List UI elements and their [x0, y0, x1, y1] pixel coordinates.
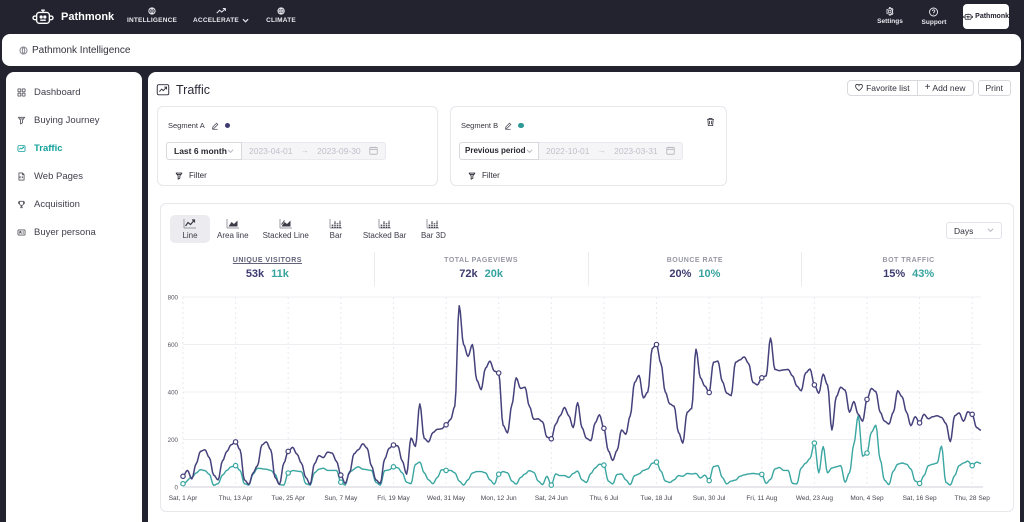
svg-text:Mon, 12 Jun: Mon, 12 Jun [481, 495, 517, 502]
svg-text:0: 0 [175, 485, 179, 492]
svg-text:Wed, 31 May: Wed, 31 May [427, 495, 466, 502]
svg-text:Fri, 11 Aug: Fri, 11 Aug [746, 495, 777, 502]
svg-text:800: 800 [168, 295, 179, 302]
svg-text:600: 600 [168, 342, 179, 349]
svg-text:Tue, 18 Jul: Tue, 18 Jul [641, 495, 673, 502]
svg-text:400: 400 [168, 390, 179, 397]
svg-text:Sat, 1 Apr: Sat, 1 Apr [169, 495, 198, 502]
svg-text:Sun, 7 May: Sun, 7 May [324, 495, 358, 502]
svg-text:Thu, 28 Sep: Thu, 28 Sep [954, 495, 990, 502]
svg-text:Tue, 25 Apr: Tue, 25 Apr [272, 495, 306, 502]
svg-text:Sun, 30 Jul: Sun, 30 Jul [693, 495, 726, 502]
svg-text:Thu, 13 Apr: Thu, 13 Apr [219, 495, 253, 502]
svg-text:Mon, 4 Sep: Mon, 4 Sep [850, 495, 884, 502]
svg-text:Fri, 19 May: Fri, 19 May [377, 495, 410, 502]
svg-text:Wed, 23 Aug: Wed, 23 Aug [796, 495, 833, 502]
svg-text:Sat, 24 Jun: Sat, 24 Jun [535, 495, 568, 502]
svg-text:Sat, 16 Sep: Sat, 16 Sep [903, 495, 937, 502]
svg-text:Thu, 6 Jul: Thu, 6 Jul [590, 495, 619, 502]
svg-text:200: 200 [168, 437, 179, 444]
